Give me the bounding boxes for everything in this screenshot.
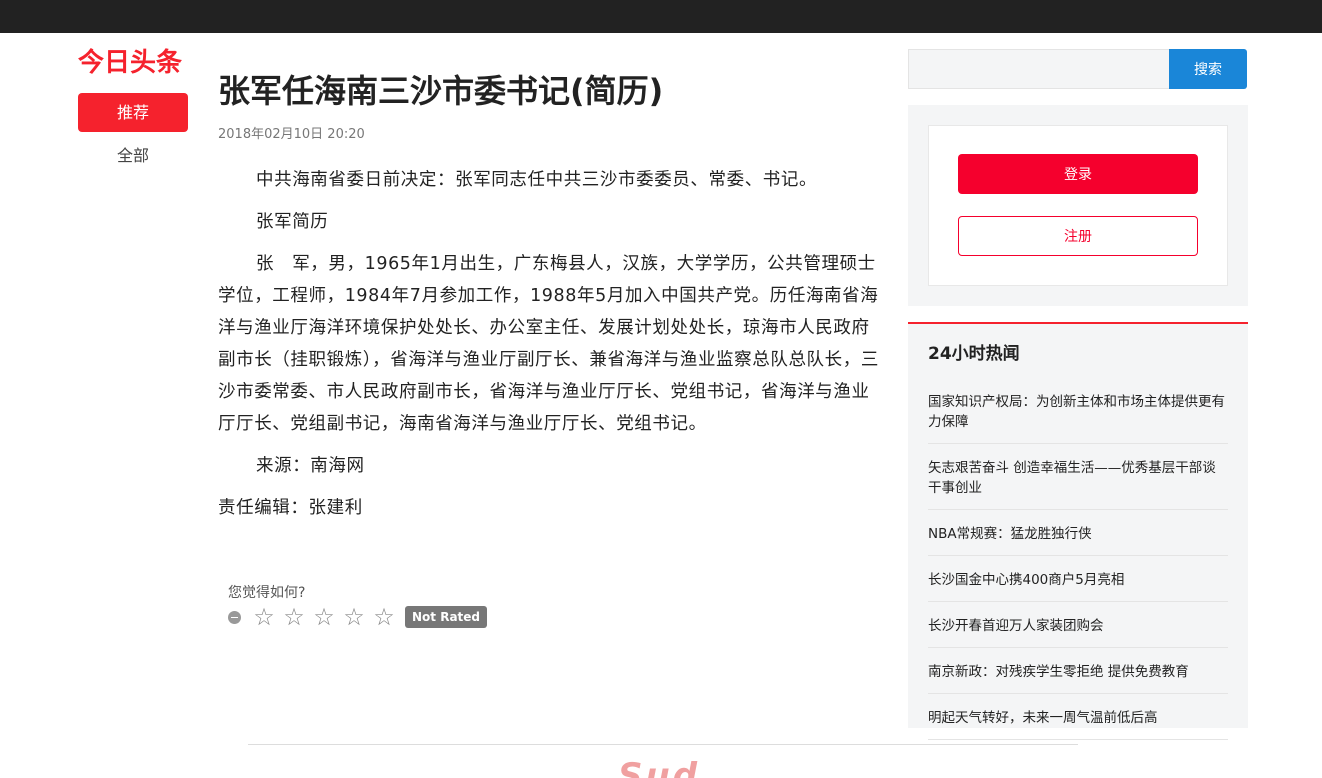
article-paragraph: 中共海南省委日前决定：张军同志任中共三沙市委委员、常委、书记。 xyxy=(256,170,818,190)
rating-question: 您觉得如何? xyxy=(228,585,306,601)
hot-news-panel: 24小时热闻 国家知识产权局：为创新主体和市场主体提供更有力保障 矢志艰苦奋斗 … xyxy=(908,322,1248,740)
hot-news-item[interactable]: NBA常规赛：猛龙胜独行侠 xyxy=(928,518,1228,556)
star-icon[interactable]: ☆ xyxy=(249,604,279,630)
login-panel: 登录 注册 xyxy=(908,105,1248,306)
clear-rating-icon[interactable] xyxy=(228,610,241,624)
search-input[interactable] xyxy=(908,49,1170,89)
rating-row: ☆ ☆ ☆ ☆ ☆ Not Rated xyxy=(228,604,488,630)
nav-item-recommend[interactable]: 推荐 xyxy=(78,93,188,132)
hot-news-item[interactable]: 明起天气转好，未来一周气温前低后高 xyxy=(928,702,1228,740)
top-bar xyxy=(0,0,1322,33)
login-button[interactable]: 登录 xyxy=(958,154,1198,194)
register-button[interactable]: 注册 xyxy=(958,216,1198,256)
login-box: 登录 注册 xyxy=(928,125,1228,286)
article-time: 2018年02月10日 20:20 xyxy=(218,127,365,142)
hot-news-list: 国家知识产权局：为创新主体和市场主体提供更有力保障 矢志艰苦奋斗 创造幸福生活—… xyxy=(928,386,1228,748)
star-icon[interactable]: ☆ xyxy=(309,604,339,630)
article-paragraph: 张军简历 xyxy=(256,212,329,232)
rating-widget: 您觉得如何? ☆ ☆ ☆ ☆ ☆ Not Rated xyxy=(228,584,488,630)
article-paragraph: 张 军，男，1965年1月出生，广东梅县人，汉族，大学学历，公共管理硕士学位，工… xyxy=(218,254,879,434)
hot-news-item[interactable]: 长沙国金中心携400商户5月亮相 xyxy=(928,564,1228,602)
rating-status-badge: Not Rated xyxy=(405,606,488,628)
search-button[interactable]: 搜索 xyxy=(1169,49,1247,89)
hot-news-title: 24小时热闻 xyxy=(928,344,1020,364)
article-source: 来源：南海网 xyxy=(256,456,365,476)
site-logo[interactable]: 今日头条 xyxy=(78,48,188,78)
nav-item-all[interactable]: 全部 xyxy=(78,136,188,175)
star-icon[interactable]: ☆ xyxy=(369,604,399,630)
hot-news-item[interactable]: 矢志艰苦奋斗 创造幸福生活——优秀基层干部谈干事创业 xyxy=(928,452,1228,510)
star-icon[interactable]: ☆ xyxy=(339,604,369,630)
article-body: 中共海南省委日前决定：张军同志任中共三沙市委委员、常委、书记。 张军简历 张 军… xyxy=(218,164,880,534)
footer-logo: Sud xyxy=(618,756,701,778)
star-icon[interactable]: ☆ xyxy=(279,604,309,630)
hot-news-item[interactable]: 长沙开春首迎万人家装团购会 xyxy=(928,610,1228,648)
hot-news-item[interactable]: 国家知识产权局：为创新主体和市场主体提供更有力保障 xyxy=(928,386,1228,444)
article-editor: 责任编辑：张建利 xyxy=(218,498,363,518)
hot-news-item[interactable]: 南京新政：对残疾学生零拒绝 提供免费教育 xyxy=(928,656,1228,694)
article-title: 张军任海南三沙市委书记(简历) xyxy=(218,72,664,110)
